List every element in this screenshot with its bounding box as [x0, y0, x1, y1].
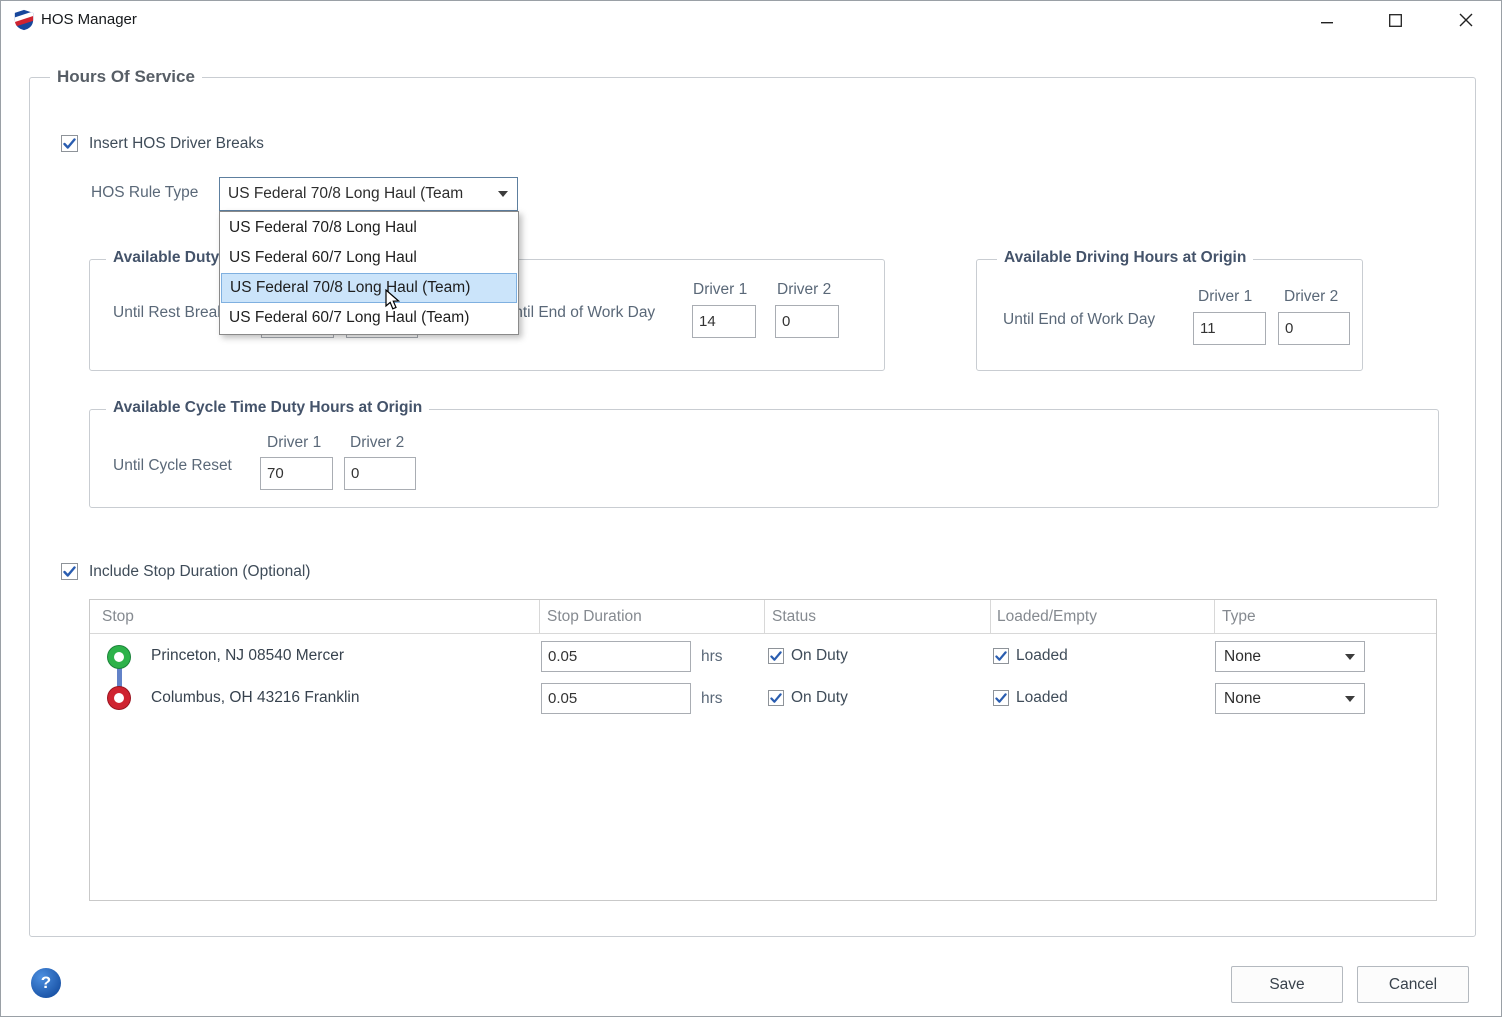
- stop-type-value: None: [1224, 648, 1261, 666]
- checkmark-icon: [770, 693, 782, 704]
- minimize-button[interactable]: [1304, 1, 1350, 39]
- maximize-button[interactable]: [1372, 1, 1418, 39]
- stop-name: Princeton, NJ 08540 Mercer: [151, 647, 344, 665]
- window-title: HOS Manager: [41, 11, 137, 28]
- save-button[interactable]: Save: [1231, 966, 1343, 1003]
- close-button[interactable]: [1443, 1, 1489, 39]
- mouse-cursor: [384, 289, 404, 311]
- insert-hos-breaks-checkbox[interactable]: [61, 135, 78, 152]
- available-driving-hours-title: Available Driving Hours at Origin: [997, 249, 1253, 267]
- hos-rule-type-value: US Federal 70/8 Long Haul (Team: [228, 185, 463, 203]
- loaded-checkbox[interactable]: [993, 690, 1009, 706]
- stop-duration-input[interactable]: [541, 641, 691, 672]
- column-divider: [539, 600, 540, 633]
- cancel-button-label: Cancel: [1389, 976, 1437, 994]
- checkmark-icon: [63, 138, 76, 150]
- help-button[interactable]: ?: [31, 968, 61, 998]
- driving-driver1-header: Driver 1: [1198, 288, 1252, 306]
- hos-rule-type-combo[interactable]: US Federal 70/8 Long Haul (Team: [219, 177, 518, 211]
- cycle-driver2-input[interactable]: [344, 457, 416, 490]
- include-stop-duration-label: Include Stop Duration (Optional): [89, 563, 310, 581]
- checkmark-icon: [995, 651, 1007, 662]
- titlebar: HOS Manager: [1, 1, 1501, 39]
- include-stop-duration-checkbox[interactable]: [61, 563, 78, 580]
- until-cycle-reset-label: Until Cycle Reset: [113, 457, 232, 475]
- on-duty-checkbox[interactable]: [768, 690, 784, 706]
- hours-of-service-title: Hours Of Service: [50, 67, 202, 87]
- driving-driver2-header: Driver 2: [1284, 288, 1338, 306]
- available-cycle-time-title: Available Cycle Time Duty Hours at Origi…: [106, 399, 429, 417]
- hos-manager-window: HOS Manager Hours Of Service Insert HOS …: [0, 0, 1502, 1017]
- col-header-type: Type: [1222, 608, 1256, 626]
- driving-until-end-label: Until End of Work Day: [1003, 311, 1155, 329]
- driving-driver1-input[interactable]: [1193, 312, 1266, 345]
- cancel-button[interactable]: Cancel: [1357, 966, 1469, 1003]
- column-divider: [764, 600, 765, 633]
- stop-name: Columbus, OH 43216 Franklin: [151, 689, 360, 707]
- cycle-driver1-header: Driver 1: [267, 434, 321, 452]
- loaded-label: Loaded: [1016, 689, 1068, 707]
- cycle-driver1-input[interactable]: [260, 457, 333, 490]
- maximize-icon: [1389, 14, 1402, 27]
- stop-type-combo[interactable]: None: [1215, 683, 1365, 714]
- chevron-down-icon: [1345, 696, 1355, 702]
- stop-type-value: None: [1224, 690, 1261, 708]
- hrs-unit-label: hrs: [701, 648, 723, 666]
- dropdown-option-2[interactable]: US Federal 60/7 Long Haul: [221, 243, 517, 273]
- dropdown-option-4[interactable]: US Federal 60/7 Long Haul (Team): [221, 303, 517, 333]
- hos-rule-type-label: HOS Rule Type: [91, 184, 198, 202]
- duty-until-end-label: Until End of Work Day: [503, 304, 655, 322]
- on-duty-label: On Duty: [791, 689, 848, 707]
- duty-until-end-driver2-input[interactable]: [775, 305, 839, 338]
- insert-hos-breaks-label: Insert HOS Driver Breaks: [89, 135, 264, 153]
- duty-driver1-header: Driver 1: [693, 281, 747, 299]
- help-question-icon: ?: [41, 973, 51, 993]
- col-header-status: Status: [772, 608, 816, 626]
- loaded-checkbox[interactable]: [993, 648, 1009, 664]
- loaded-label: Loaded: [1016, 647, 1068, 665]
- dropdown-option-1[interactable]: US Federal 70/8 Long Haul: [221, 213, 517, 243]
- chevron-down-icon: [1345, 654, 1355, 660]
- duty-driver2-header: Driver 2: [777, 281, 831, 299]
- close-icon: [1459, 13, 1473, 27]
- stop-type-combo[interactable]: None: [1215, 641, 1365, 672]
- destination-stop-icon: [108, 687, 130, 709]
- column-divider: [1214, 600, 1215, 633]
- on-duty-label: On Duty: [791, 647, 848, 665]
- cycle-driver2-header: Driver 2: [350, 434, 404, 452]
- minimize-icon: [1321, 14, 1333, 26]
- chevron-down-icon: [498, 191, 508, 197]
- hrs-unit-label: hrs: [701, 690, 723, 708]
- app-logo-shield-icon: [13, 9, 35, 31]
- on-duty-checkbox[interactable]: [768, 648, 784, 664]
- checkmark-icon: [995, 693, 1007, 704]
- column-divider: [990, 600, 991, 633]
- checkmark-icon: [63, 566, 76, 578]
- dropdown-option-3-highlighted[interactable]: US Federal 70/8 Long Haul (Team): [221, 273, 517, 303]
- col-header-loaded-empty: Loaded/Empty: [997, 608, 1097, 626]
- duty-until-end-driver1-input[interactable]: [692, 305, 756, 338]
- origin-stop-icon: [108, 646, 130, 668]
- hos-rule-type-dropdown-list: US Federal 70/8 Long Haul US Federal 60/…: [219, 211, 519, 335]
- checkmark-icon: [770, 651, 782, 662]
- stop-duration-input[interactable]: [541, 683, 691, 714]
- save-button-label: Save: [1269, 976, 1304, 994]
- col-header-stop: Stop: [102, 608, 134, 626]
- until-rest-break-label: Until Rest Break: [113, 304, 225, 322]
- stops-table-header: Stop Stop Duration Status Loaded/Empty T…: [90, 600, 1436, 634]
- driving-driver2-input[interactable]: [1278, 312, 1350, 345]
- col-header-stop-duration: Stop Duration: [547, 608, 642, 626]
